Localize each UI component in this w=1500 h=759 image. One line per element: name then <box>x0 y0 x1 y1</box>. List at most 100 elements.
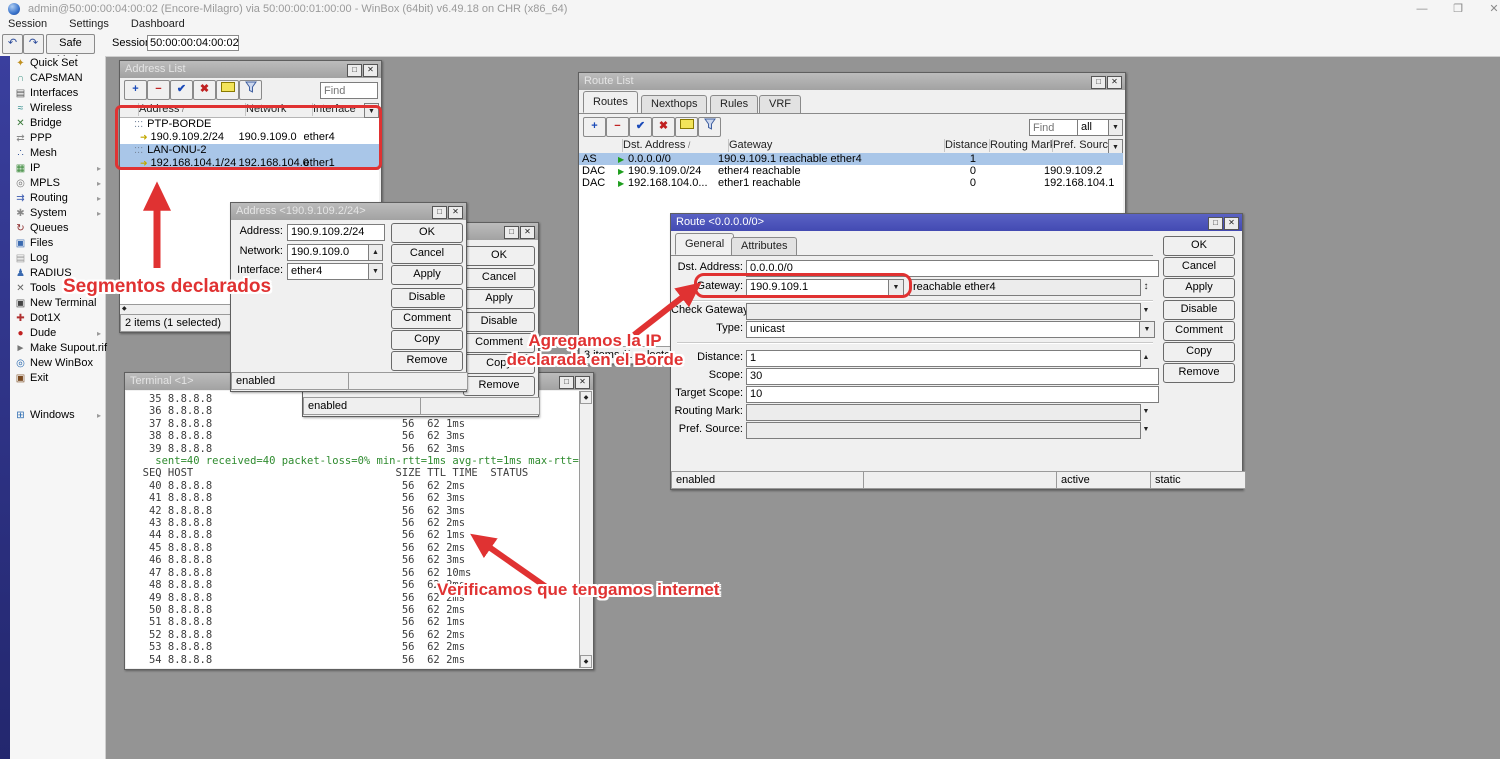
maximize-icon[interactable]: □ <box>1208 217 1223 230</box>
ok-button[interactable]: OK <box>1163 236 1235 256</box>
menu-settings[interactable]: Settings <box>69 18 109 30</box>
cancel-button[interactable]: Cancel <box>463 268 535 288</box>
target-scope-field[interactable]: 10 <box>746 386 1159 403</box>
scope-field[interactable]: 30 <box>746 368 1159 385</box>
distance-field[interactable]: 1 <box>746 350 1141 367</box>
filter-icon[interactable] <box>698 117 721 137</box>
find-input[interactable] <box>320 82 378 99</box>
comment-icon[interactable] <box>216 80 239 100</box>
table-row[interactable]: ➜190.9.109.2/24190.9.109.0ether4 <box>120 131 379 144</box>
column-gateway[interactable]: Gateway <box>725 139 945 152</box>
apply-button[interactable]: Apply <box>391 265 463 285</box>
enable-button[interactable]: ✔ <box>170 80 193 100</box>
minimize-icon[interactable]: — <box>1408 2 1436 16</box>
sidebar-item-new-terminal[interactable]: ▣New Terminal <box>10 296 105 311</box>
sidebar-item-queues[interactable]: ↻Queues <box>10 221 105 236</box>
terminal-output[interactable]: 35 8.8.8.8 36 8.8.8.8 37 8.8.8.8 56 62 1… <box>126 391 579 668</box>
sidebar-item-quick-set[interactable]: ✦Quick Set <box>10 56 105 71</box>
sidebar-item-interfaces[interactable]: ▤Interfaces <box>10 86 105 101</box>
restore-icon[interactable]: ❐ <box>1444 2 1472 16</box>
updown-icon[interactable]: ↕ <box>1139 279 1153 294</box>
tab-attributes[interactable]: Attributes <box>731 237 797 255</box>
enable-button[interactable]: ✔ <box>629 117 652 137</box>
menu-dashboard[interactable]: Dashboard <box>131 18 185 30</box>
dst-address-field[interactable]: 0.0.0.0/0 <box>746 260 1159 277</box>
comment-icon[interactable] <box>675 117 698 137</box>
sidebar-item-ip[interactable]: ▦IP▸ <box>10 161 105 176</box>
close-icon[interactable]: ✕ <box>363 64 378 77</box>
table-row[interactable]: AS▶0.0.0.0/0190.9.109.1 reachable ether4… <box>579 153 1123 165</box>
filter-scope-select[interactable]: all <box>1077 119 1111 136</box>
column-address[interactable]: Address <box>135 103 246 116</box>
tab-rules[interactable]: Rules <box>710 95 758 113</box>
close-icon[interactable]: ✕ <box>448 206 463 219</box>
column-distance[interactable]: Distance <box>941 139 990 152</box>
sidebar-item-log[interactable]: ▤Log <box>10 251 105 266</box>
address-list-titlebar[interactable]: Address List □ ✕ <box>120 61 381 78</box>
sidebar-item-mpls[interactable]: ◎MPLS▸ <box>10 176 105 191</box>
remove-entry-button[interactable]: − <box>147 80 170 100</box>
disable-button[interactable]: ✖ <box>193 80 216 100</box>
comment-button[interactable]: Comment <box>1163 321 1235 341</box>
remove-button[interactable]: Remove <box>391 351 463 371</box>
copy-button[interactable]: Copy <box>1163 342 1235 362</box>
column-selector-button[interactable]: ▼ <box>364 103 379 118</box>
filter-icon[interactable] <box>239 80 262 100</box>
chevron-down-icon[interactable]: ▼ <box>1139 404 1153 419</box>
scroll-left-icon[interactable]: ◆ <box>122 305 127 312</box>
add-button[interactable]: + <box>124 80 147 100</box>
close-icon[interactable]: ✕ <box>520 226 535 239</box>
sidebar-item-files[interactable]: ▣Files <box>10 236 105 251</box>
close-icon[interactable]: ✕ <box>1480 2 1500 16</box>
column-dst-address[interactable]: Dst. Address <box>619 139 729 152</box>
sidebar-item-routing[interactable]: ⇉Routing▸ <box>10 191 105 206</box>
comment-button[interactable]: Comment <box>391 309 463 329</box>
close-icon[interactable]: ✕ <box>575 376 590 389</box>
maximize-icon[interactable]: □ <box>559 376 574 389</box>
sidebar-item-make-supout-rif[interactable]: ►Make Supout.rif <box>10 341 105 356</box>
sidebar-item-exit[interactable]: ▣Exit <box>10 371 105 386</box>
tab-nexthops[interactable]: Nexthops <box>641 95 707 113</box>
find-input[interactable] <box>1029 119 1079 136</box>
sidebar-item-bridge[interactable]: ✕Bridge <box>10 116 105 131</box>
chevron-down-icon[interactable]: ▼ <box>1139 422 1153 437</box>
route-dialog-titlebar[interactable]: Route <0.0.0.0/0> □ ✕ <box>671 214 1242 231</box>
safe-mode-button[interactable]: Safe Mode <box>46 34 95 54</box>
network-field[interactable]: 190.9.109.0 <box>287 244 371 261</box>
sidebar-item-capsman[interactable]: ∩CAPsMAN <box>10 71 105 86</box>
ok-button[interactable]: OK <box>463 246 535 266</box>
menu-session[interactable]: Session <box>8 18 47 30</box>
sidebar-item-dude[interactable]: ●Dude▸ <box>10 326 105 341</box>
apply-button[interactable]: Apply <box>1163 278 1235 298</box>
table-row[interactable]: ➜192.168.104.1/24192.168.104.0ether1 <box>120 157 379 170</box>
column-network[interactable]: Network <box>242 103 313 116</box>
route-list-titlebar[interactable]: Route List □ ✕ <box>579 73 1125 90</box>
pref-source-field[interactable] <box>746 422 1141 439</box>
address-field[interactable]: 190.9.109.2/24 <box>287 224 385 241</box>
disable-button[interactable]: Disable <box>391 288 463 308</box>
disable-button[interactable]: ✖ <box>652 117 675 137</box>
tab-routes[interactable]: Routes <box>583 91 638 113</box>
close-icon[interactable]: ✕ <box>1107 76 1122 89</box>
sidebar-item-mesh[interactable]: ∴Mesh <box>10 146 105 161</box>
column-pref-source[interactable]: Pref. Source <box>1049 139 1114 152</box>
table-row[interactable]: DAC▶190.9.109.0/24ether4 reachable0190.9… <box>579 165 1123 177</box>
tab-vrf[interactable]: VRF <box>759 95 801 113</box>
collapse-up-icon[interactable]: ▲ <box>1139 350 1153 365</box>
gateway-field[interactable]: 190.9.109.1 <box>746 279 891 296</box>
column-selector-button[interactable]: ▼ <box>1108 139 1123 154</box>
vertical-scrollbar[interactable]: ◆ ◆ <box>579 391 593 668</box>
remove-entry-button[interactable]: − <box>606 117 629 137</box>
redo-icon[interactable]: ↷ <box>23 34 44 54</box>
cancel-button[interactable]: Cancel <box>1163 257 1235 277</box>
check-gateway-field[interactable] <box>746 303 1141 320</box>
routing-mark-field[interactable] <box>746 404 1141 421</box>
remove-button[interactable]: Remove <box>463 376 535 396</box>
column-interface[interactable]: Interface <box>309 103 370 116</box>
column-routing-mark[interactable]: Routing Mark <box>986 139 1053 152</box>
table-row[interactable]: DAC▶192.168.104.0...ether1 reachable0192… <box>579 177 1123 189</box>
collapse-up-icon[interactable]: ▲ <box>368 244 383 261</box>
cancel-button[interactable]: Cancel <box>391 244 463 264</box>
chevron-down-icon[interactable]: ▼ <box>1139 321 1155 338</box>
table-row[interactable]: PTP-BORDE <box>120 118 379 131</box>
